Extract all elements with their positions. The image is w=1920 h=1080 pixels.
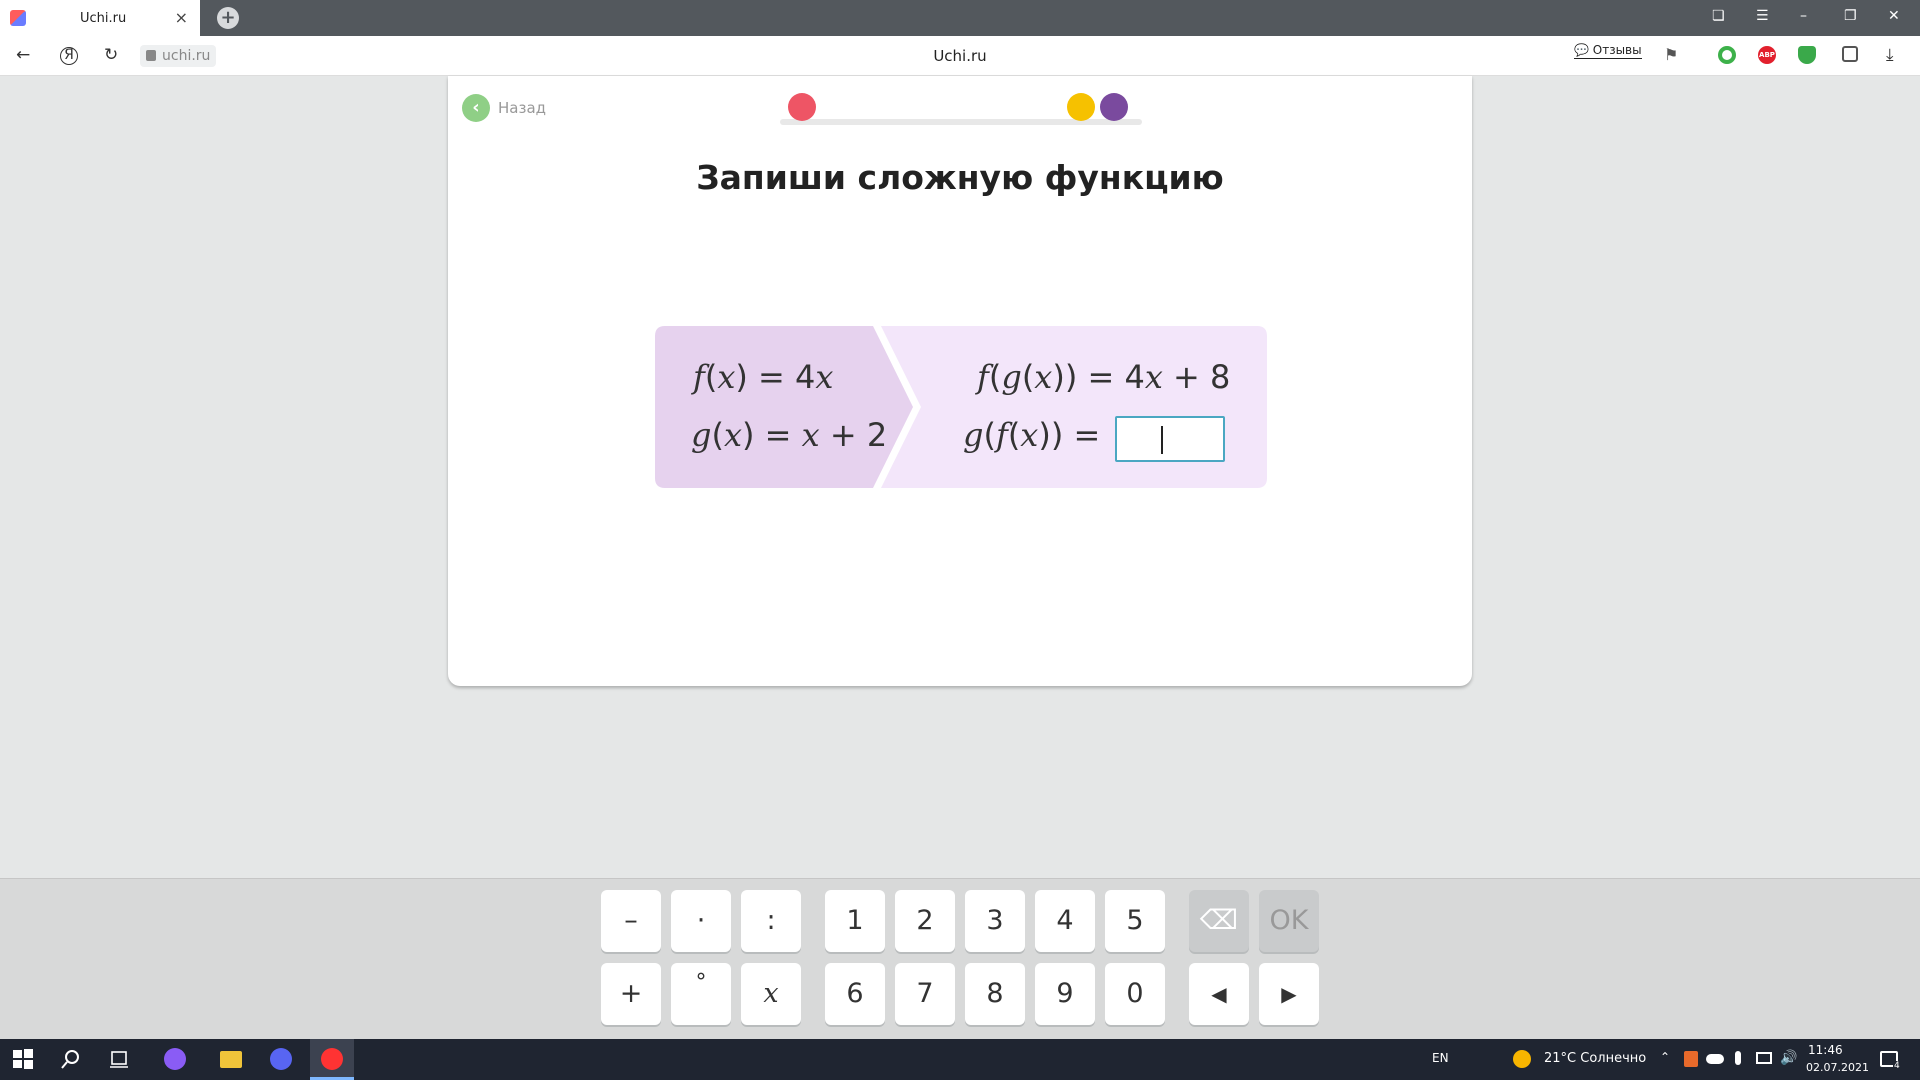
browser-tab-active[interactable]: Uchi.ru × bbox=[0, 0, 200, 36]
network-icon[interactable] bbox=[1756, 1052, 1772, 1064]
uchi-favicon-icon bbox=[10, 10, 26, 26]
back-button[interactable]: ‹ Назад bbox=[462, 94, 546, 122]
windows-taskbar: EN 21°C Солнечно ⌃ 🔊 11:46 02.07.2021 4 bbox=[0, 1039, 1920, 1080]
key-minus[interactable]: – bbox=[601, 890, 661, 952]
cloud-icon[interactable] bbox=[1706, 1054, 1724, 1064]
minimize-icon[interactable]: – bbox=[1800, 8, 1807, 24]
math-panel: f(x) = 4x g(x) = x + 2 f(g(x)) = 4x + 8 … bbox=[655, 326, 1267, 488]
key-6[interactable]: 6 bbox=[825, 963, 885, 1025]
yandex-browser-icon bbox=[321, 1048, 343, 1070]
address-bar: ← Я ↻ uchi.ru Uchi.ru 💬 Отзывы ⚑ ABP ⤓ bbox=[0, 36, 1920, 76]
tab-close-icon[interactable]: × bbox=[175, 8, 188, 27]
key-0[interactable]: 0 bbox=[1105, 963, 1165, 1025]
tray-app-icon[interactable] bbox=[1684, 1051, 1698, 1067]
ok-button[interactable]: OK bbox=[1259, 890, 1319, 952]
key-x[interactable]: x bbox=[741, 963, 801, 1025]
browser-menu-icon[interactable]: ☰ bbox=[1756, 8, 1769, 24]
feedback-button[interactable]: 💬 Отзывы bbox=[1574, 43, 1642, 59]
cursor-left-key[interactable]: ◀ bbox=[1189, 963, 1249, 1025]
progress-dot-current bbox=[788, 93, 816, 121]
text-caret bbox=[1161, 426, 1163, 454]
tab-title: Uchi.ru bbox=[80, 10, 127, 26]
clock-time[interactable]: 11:46 bbox=[1808, 1043, 1843, 1057]
task-card: ‹ Назад Запиши сложную функцию f(x) = 4x… bbox=[448, 76, 1472, 686]
microphone-icon[interactable] bbox=[1735, 1051, 1741, 1065]
f-of-g-result: f(g(x)) = 4x + 8 bbox=[977, 358, 1231, 396]
key-multiply-dot[interactable]: · bbox=[671, 890, 731, 952]
extension-green-circle-icon[interactable] bbox=[1718, 46, 1736, 64]
key-divide[interactable]: : bbox=[741, 890, 801, 952]
task-view-icon[interactable] bbox=[108, 1048, 130, 1070]
weather-text[interactable]: 21°C Солнечно bbox=[1544, 1051, 1646, 1066]
f-definition: f(x) = 4x bbox=[693, 358, 834, 396]
key-8[interactable]: 8 bbox=[965, 963, 1025, 1025]
key-2[interactable]: 2 bbox=[895, 890, 955, 952]
key-1[interactable]: 1 bbox=[825, 890, 885, 952]
taskbar-yandex-browser-active[interactable] bbox=[310, 1039, 354, 1080]
language-indicator[interactable]: EN bbox=[1432, 1051, 1449, 1065]
g-definition: g(x) = x + 2 bbox=[691, 416, 888, 454]
chevron-left-icon: ‹ bbox=[462, 94, 490, 122]
windows-start-icon[interactable] bbox=[12, 1048, 34, 1070]
progress-dot-next bbox=[1067, 93, 1095, 121]
bookmark-icon[interactable]: ⚑ bbox=[1664, 45, 1678, 64]
notifications-count: 4 bbox=[1893, 1061, 1901, 1071]
task-title: Запиши сложную функцию bbox=[696, 158, 1224, 197]
cursor-right-key[interactable]: ▶ bbox=[1259, 963, 1319, 1025]
backspace-key[interactable]: ⌫ bbox=[1189, 890, 1249, 952]
virtual-keyboard: – · : 1 2 3 4 5 ⌫ OK + ° x 6 7 8 9 0 ◀ ▶ bbox=[0, 878, 1920, 1039]
volume-icon[interactable]: 🔊 bbox=[1780, 1050, 1797, 1066]
tab-bar: Uchi.ru × + ❏ ☰ – ❐ ✕ bbox=[0, 0, 1920, 36]
tray-chevron-up-icon[interactable]: ⌃ bbox=[1660, 1050, 1670, 1064]
progress-dot-last bbox=[1100, 93, 1128, 121]
new-tab-button[interactable]: + bbox=[217, 7, 239, 29]
file-explorer-icon[interactable] bbox=[220, 1051, 242, 1068]
tabs-list-icon[interactable]: ❏ bbox=[1712, 8, 1725, 24]
progress-track bbox=[780, 119, 1142, 125]
key-3[interactable]: 3 bbox=[965, 890, 1025, 952]
close-window-icon[interactable]: ✕ bbox=[1888, 8, 1900, 24]
key-9[interactable]: 9 bbox=[1035, 963, 1095, 1025]
key-7[interactable]: 7 bbox=[895, 963, 955, 1025]
key-4[interactable]: 4 bbox=[1035, 890, 1095, 952]
collections-icon[interactable] bbox=[1842, 46, 1858, 62]
alice-assistant-icon[interactable] bbox=[164, 1048, 186, 1070]
g-of-f-prompt: g(f(x)) = bbox=[963, 416, 1101, 454]
math-panel-background bbox=[655, 326, 1267, 488]
restore-icon[interactable]: ❐ bbox=[1844, 8, 1857, 24]
adblock-icon[interactable]: ABP bbox=[1758, 46, 1776, 64]
answer-input[interactable] bbox=[1115, 416, 1225, 462]
clock-date[interactable]: 02.07.2021 bbox=[1806, 1061, 1869, 1074]
key-5[interactable]: 5 bbox=[1105, 890, 1165, 952]
discord-icon[interactable] bbox=[270, 1048, 292, 1070]
key-degree[interactable]: ° bbox=[671, 963, 731, 1025]
shield-icon[interactable] bbox=[1798, 46, 1816, 64]
key-plus[interactable]: + bbox=[601, 963, 661, 1025]
download-icon[interactable]: ⤓ bbox=[1886, 45, 1894, 65]
search-icon[interactable] bbox=[60, 1048, 82, 1070]
back-label: Назад bbox=[498, 99, 547, 117]
sun-weather-icon bbox=[1513, 1050, 1531, 1068]
